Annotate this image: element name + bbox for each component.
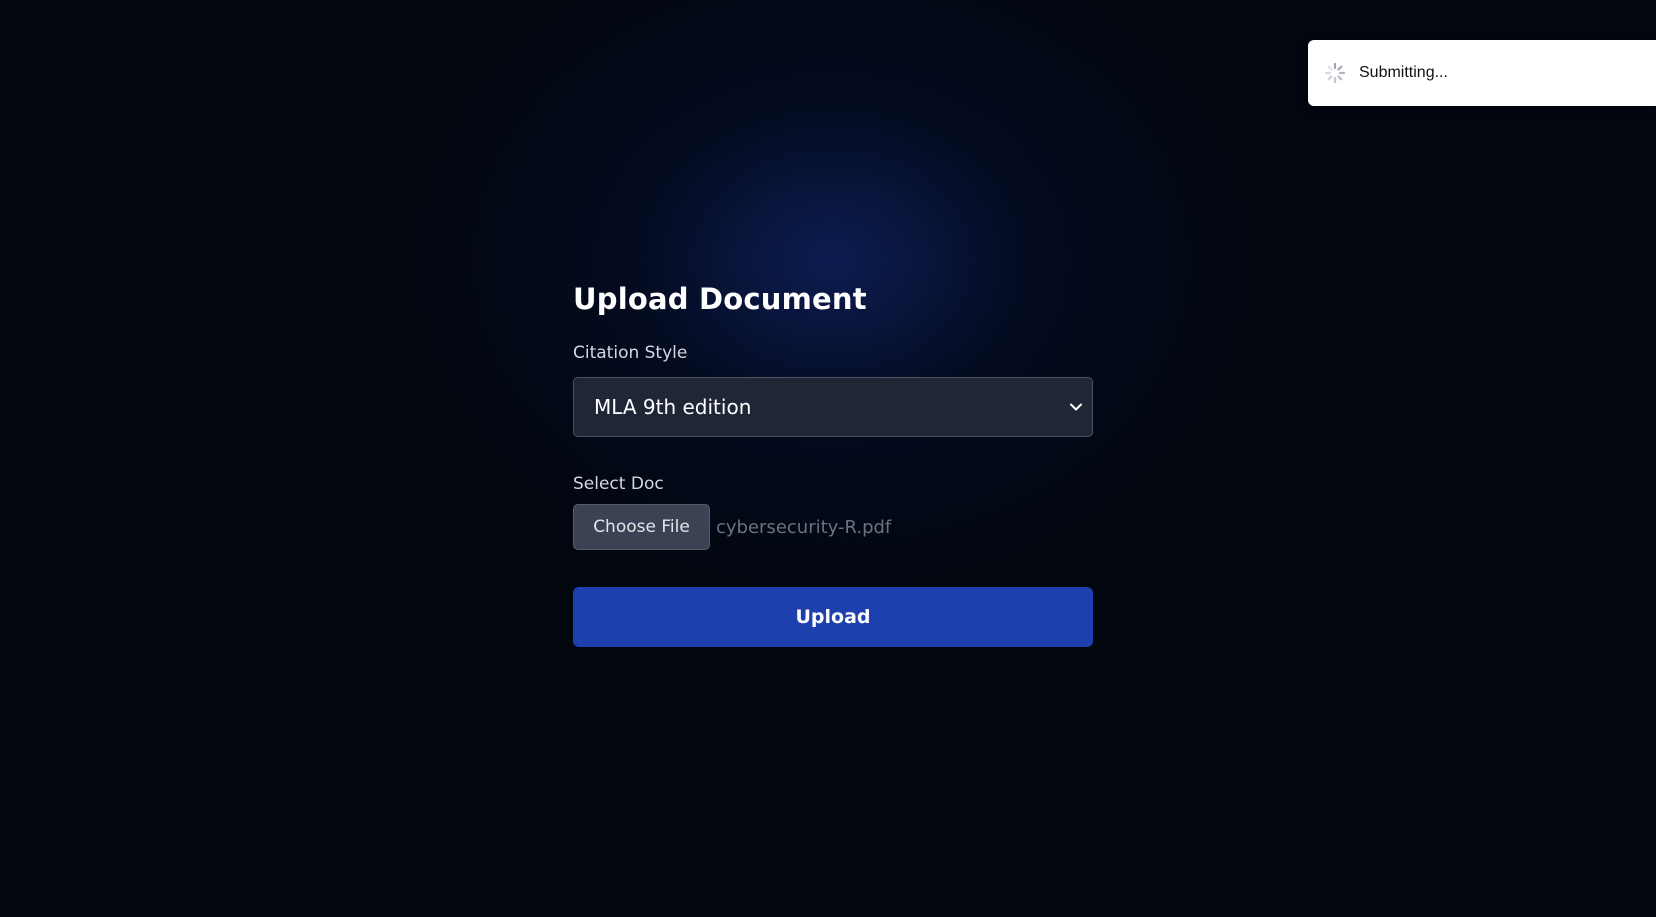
toast-message: Submitting... [1359,64,1448,81]
select-doc-label: Select Doc [573,474,664,494]
citation-style-label: Citation Style [573,343,688,363]
citation-style-value: MLA 9th edition [594,395,752,419]
submitting-toast: Submitting... [1308,40,1656,106]
upload-form: Upload Document Citation Style MLA 9th e… [573,278,1093,647]
selected-file-name: cybersecurity-R.pdf [716,516,892,538]
chevron-down-icon [1070,403,1082,411]
upload-button[interactable]: Upload [573,587,1093,647]
page-title: Upload Document [573,282,867,316]
choose-file-button[interactable]: Choose File [573,504,710,550]
citation-style-select[interactable]: MLA 9th edition [573,377,1093,437]
spinner-icon [1324,62,1346,84]
file-input: Choose File cybersecurity-R.pdf [573,504,1093,550]
